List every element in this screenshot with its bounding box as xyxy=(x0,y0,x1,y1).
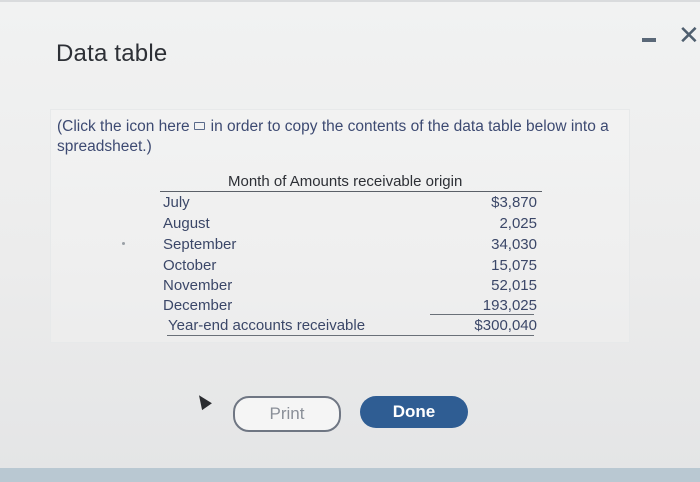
row-value-august: 2,025 xyxy=(499,215,537,232)
minimize-icon[interactable] xyxy=(642,38,656,42)
instruction-text: (Click the icon here in order to copy the… xyxy=(57,117,637,157)
row-label-total: Year-end accounts receivable xyxy=(168,317,366,334)
instruction-part-1: (Click the icon here xyxy=(57,118,190,135)
row-label-september: September xyxy=(163,236,237,253)
window-bottom-edge xyxy=(0,468,700,482)
row-value-total: $300,040 xyxy=(474,317,537,334)
dialog-title: Data table xyxy=(56,40,168,67)
row-value-december: 193,025 xyxy=(482,297,537,314)
subtotal-rule xyxy=(430,314,534,315)
print-button[interactable]: Print xyxy=(233,396,341,432)
row-label-december: December xyxy=(163,297,233,314)
cursor-icon xyxy=(194,391,212,411)
stray-dot xyxy=(122,242,125,245)
header-divider xyxy=(160,191,542,192)
total-rule xyxy=(167,335,534,336)
row-value-november: 52,015 xyxy=(491,277,537,294)
done-button[interactable]: Done xyxy=(360,396,468,428)
row-value-october: 15,075 xyxy=(491,257,537,274)
data-table-dialog: Data table ✕ (Click the icon here in orde… xyxy=(0,0,700,472)
close-icon[interactable]: ✕ xyxy=(678,20,700,51)
row-label-october: October xyxy=(163,257,217,274)
row-value-july: $3,870 xyxy=(491,194,537,211)
table-header: Month of Amounts receivable origin xyxy=(228,173,463,190)
copy-icon[interactable] xyxy=(193,122,205,131)
row-label-november: November xyxy=(163,277,233,294)
row-label-august: August xyxy=(163,215,210,232)
row-value-september: 34,030 xyxy=(491,236,537,253)
row-label-july: July xyxy=(163,194,190,211)
